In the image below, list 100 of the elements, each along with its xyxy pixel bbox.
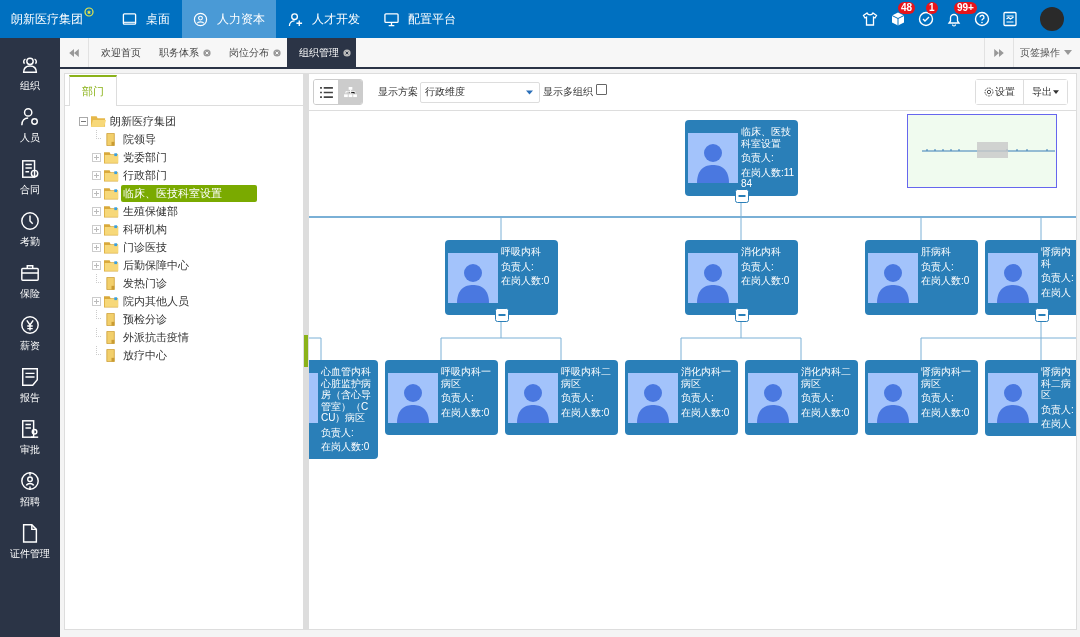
folder-icon [104, 186, 119, 200]
tree-item[interactable]: 朗新医疗集团 [108, 112, 178, 130]
scroll-right-button[interactable] [984, 38, 1014, 67]
tree-item[interactable]: 门诊医技 [121, 238, 169, 256]
folder-icon [104, 240, 119, 254]
expand-icon[interactable] [92, 260, 101, 270]
sidebar-item[interactable]: 报告 [0, 360, 60, 412]
node-title: 呼吸内科二病区 [561, 366, 612, 389]
close-icon[interactable] [343, 48, 351, 57]
node-count: 在岗人数:0 [561, 406, 611, 418]
tree-item[interactable]: 预检分诊 [121, 310, 169, 328]
sidebar-item[interactable]: 证件管理 [0, 516, 60, 568]
sidebar-item[interactable]: 考勤 [0, 204, 60, 256]
collapse-icon[interactable] [1035, 308, 1049, 322]
node-count: 在岗人数:0 [921, 275, 971, 287]
collapse-icon[interactable] [735, 308, 749, 322]
folder-icon [104, 294, 119, 308]
list-icon [319, 86, 333, 98]
person-icon [988, 253, 1038, 303]
sidebar-item[interactable]: 薪资 [0, 308, 60, 360]
org-node[interactable]: 呼吸内科一病区 负责人: 在岗人数:0 [385, 360, 498, 435]
node-title: 心血管内科心脏监护病房（含心导管室）（CCU）病区 [321, 366, 372, 424]
check-circle-icon[interactable] [918, 11, 934, 27]
yen-icon [20, 315, 40, 335]
node-manager: 负责人: [1041, 272, 1075, 284]
page-tab[interactable]: 欢迎首页 [89, 38, 147, 67]
settings-icon [984, 87, 994, 97]
org-node[interactable]: 消化内科一病区 负责人: 在岗人数:0 [625, 360, 738, 435]
avatar[interactable] [1040, 7, 1064, 31]
org-node[interactable]: 心血管内科心脏监护病房（含心导管室）（CCU）病区 负责人: 在岗人数:0 [309, 360, 378, 459]
person-icon [688, 253, 738, 303]
tree-item[interactable]: 外派抗击疫情 [121, 328, 191, 346]
person-icon [388, 373, 438, 423]
folder-icon [104, 222, 119, 236]
tree-item[interactable]: 科研机构 [121, 220, 169, 238]
folder-icon [104, 168, 119, 182]
multi-org-checkbox[interactable] [596, 84, 607, 95]
org-node[interactable]: 消化内科 负责人: 在岗人数:0 [685, 240, 798, 315]
sidebar-item[interactable]: 审批 [0, 412, 60, 464]
tree-item[interactable]: 生殖保健部 [121, 202, 180, 220]
sidebar-item[interactable]: 招聘 [0, 464, 60, 516]
bell-icon[interactable] [946, 11, 962, 27]
sidebar-item[interactable]: 人员 [0, 100, 60, 152]
export-button[interactable]: 导出 [1023, 80, 1067, 104]
org-node[interactable]: 呼吸内科 负责人: 在岗人数:0 [445, 240, 558, 315]
collapse-icon[interactable] [735, 188, 749, 203]
org-node[interactable]: 肾病内科一病区 负责人: 在岗人数:0 [865, 360, 978, 435]
tree-item[interactable]: 放疗中心 [121, 346, 169, 364]
node-count: 在岗人 [1041, 286, 1072, 298]
page-tab[interactable]: 岗位分布 [217, 38, 287, 67]
tree-item[interactable]: 院领导 [121, 130, 158, 148]
tree-item[interactable]: 党委部门 [121, 148, 169, 166]
tree-item[interactable]: 后勤保障中心 [121, 256, 191, 274]
org-node[interactable]: 肾病内科 负责人: 在岗人 [985, 240, 1076, 315]
person-icon [688, 133, 738, 183]
page-tab[interactable]: 组织管理 [287, 38, 356, 67]
expand-icon[interactable] [92, 224, 101, 234]
org-node[interactable]: 消化内科二病区 负责人: 在岗人数:0 [745, 360, 858, 435]
double-right-icon [994, 48, 1004, 57]
person-icon [868, 373, 918, 423]
collapse-icon[interactable] [79, 116, 88, 126]
person-plus-icon [288, 11, 303, 27]
expand-icon[interactable] [92, 296, 101, 306]
tree-item[interactable]: 发热门诊 [121, 274, 169, 292]
tree-item[interactable]: 院内其他人员 [121, 292, 191, 310]
page-tab[interactable]: 职务体系 [147, 38, 217, 67]
cube-icon[interactable] [890, 11, 906, 27]
sidebar-item[interactable]: 组织 [0, 48, 60, 100]
clock-icon [20, 211, 40, 231]
caret-icon [1053, 90, 1059, 94]
person-icon [868, 253, 918, 303]
person-icon [988, 373, 1038, 423]
sidebar-item[interactable]: 保险 [0, 256, 60, 308]
expand-icon[interactable] [92, 152, 101, 162]
org-node[interactable]: 呼吸内科二病区 负责人: 在岗人数:0 [505, 360, 618, 435]
shirt-icon[interactable] [862, 11, 878, 27]
expand-icon[interactable] [92, 242, 101, 252]
nav-tab[interactable]: 人才开发 [276, 0, 372, 38]
org-node[interactable]: 肾病内科二病区 负责人: 在岗人 [985, 360, 1076, 436]
tree-item[interactable]: 行政部门 [121, 166, 169, 184]
nav-tab[interactable]: 配置平台 [372, 0, 468, 38]
expand-icon[interactable] [92, 206, 101, 216]
node-manager: 负责人: [501, 260, 535, 272]
node-title: 呼吸内科一病区 [441, 366, 492, 389]
person-circle-icon [193, 11, 208, 27]
expand-icon[interactable] [92, 188, 101, 198]
org-node[interactable]: 临床、医技科室设置 负责人: 在岗人数:1184 [685, 120, 798, 196]
org-node[interactable]: 肝病科 负责人: 在岗人数:0 [865, 240, 978, 315]
splitter-handle[interactable] [304, 73, 308, 630]
expand-icon[interactable] [92, 170, 101, 180]
tab-actions-menu[interactable]: 页签操作 [1014, 38, 1080, 67]
help-icon[interactable] [974, 11, 990, 27]
node-manager: 负责人: [741, 152, 775, 164]
nav-tab[interactable]: 桌面 [110, 0, 182, 38]
sidebar-item[interactable]: 合同 [0, 152, 60, 204]
person-icon [508, 373, 558, 423]
scheme-dropdown[interactable]: 行政维度 [420, 81, 540, 103]
node-manager: 负责人: [441, 392, 475, 404]
report-icon[interactable] [1002, 11, 1018, 27]
collapse-icon[interactable] [495, 308, 509, 322]
